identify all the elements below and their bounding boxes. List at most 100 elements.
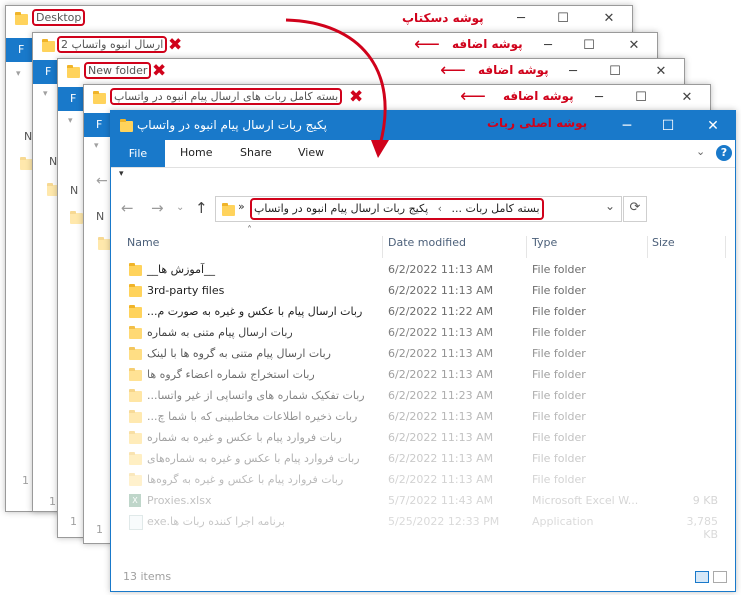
file-date: 5/25/2022 12:33 PM (388, 515, 500, 528)
quick-access-caret[interactable]: ▾ (43, 89, 48, 99)
table-row[interactable]: ربات فروارد پیام با عکس و غیره به شماره 6… (125, 428, 725, 449)
minimize-button[interactable]: ─ (610, 115, 644, 137)
status-text: 1 (49, 495, 56, 508)
file-date: 6/2/2022 11:13 AM (388, 452, 494, 465)
file-name: ربات فروارد پیام با عکس و غیره به شماره‌… (147, 452, 360, 465)
table-row[interactable]: ربات ارسال پیام با عکس و غیره به صورت م.… (125, 302, 725, 323)
tab-view[interactable]: View (298, 146, 324, 159)
details-view-icon[interactable] (695, 571, 709, 583)
table-row[interactable]: ربات ذخیره اطلاعات مخاطبینی که با شما چ.… (125, 407, 725, 428)
folder-icon (120, 119, 133, 132)
file-type: File folder (532, 284, 586, 297)
table-row[interactable]: X Proxies.xlsx 5/7/2022 11:43 AM Microsoft … (125, 491, 725, 512)
red-x-icon: ✖ (168, 35, 183, 55)
file-type: File folder (532, 305, 586, 318)
file-type: Application (532, 515, 594, 528)
close-button[interactable]: ✕ (594, 9, 624, 29)
file-name: __آموزش ها__ (147, 263, 216, 276)
table-row[interactable]: ربات فروارد پیام با عکس و غیره به گروه‌ه… (125, 470, 725, 491)
folder-icon (222, 203, 235, 216)
minimize-button[interactable]: ─ (584, 88, 614, 108)
large-icons-view-icon[interactable] (713, 571, 727, 583)
maximize-button[interactable]: ☐ (574, 36, 604, 56)
maximize-button[interactable]: ☐ (548, 9, 578, 29)
table-row[interactable]: __آموزش ها__ 6/2/2022 11:13 AM File folder (125, 260, 725, 281)
address-bar[interactable]: » بسته کامل ربات ... › پکیج ربات ارسال پ… (215, 196, 622, 222)
folder-icon (42, 39, 55, 52)
app-icon (129, 515, 143, 530)
table-row[interactable]: ربات استخراج شماره اعضاء گروه ها 6/2/2022… (125, 365, 725, 386)
file-type: File folder (532, 410, 586, 423)
folder-icon (70, 211, 83, 224)
file-type: File folder (532, 389, 586, 402)
table-row[interactable]: ربات تفکیک شماره های واتساپی از غیر واتس… (125, 386, 725, 407)
close-button[interactable]: ✕ (646, 62, 676, 82)
table-row[interactable]: 3rd-party files 6/2/2022 11:13 AM File fol… (125, 281, 725, 302)
folder-icon (129, 473, 142, 486)
breadcrumb-separator: › (437, 202, 443, 215)
column-type[interactable]: Type (532, 236, 557, 249)
up-arrow-icon[interactable]: ↑ (195, 199, 208, 217)
file-date: 6/2/2022 11:13 AM (388, 347, 494, 360)
column-date[interactable]: Date modified (388, 236, 466, 249)
folder-icon (15, 12, 28, 25)
minimize-button[interactable]: ─ (558, 62, 588, 82)
table-row[interactable]: ربات ارسال پیام متنی به شماره 6/2/2022 11… (125, 323, 725, 344)
file-name: ربات فروارد پیام با عکس و غیره به شماره (147, 431, 342, 444)
maximize-button[interactable]: ☐ (600, 62, 630, 82)
close-button[interactable]: ✕ (696, 115, 730, 137)
file-type: File folder (532, 263, 586, 276)
table-row[interactable]: برنامه اجرا کننده ربات ها.exe 5/25/2022 1… (125, 512, 725, 541)
window-titlebar: ارسال انبوه واتساپ 2 ─ ☐ ✕ (33, 33, 657, 59)
main-titlebar: پکیج ربات ارسال پیام انبوه در واتساپ ─ ☐… (111, 111, 735, 140)
file-name: برنامه اجرا کننده ربات ها.exe (147, 515, 285, 528)
maximize-button[interactable]: ☐ (626, 88, 656, 108)
close-button[interactable]: ✕ (672, 88, 702, 108)
quick-access-caret[interactable]: ▾ (94, 141, 99, 151)
address-overflow[interactable]: » (238, 200, 245, 213)
tab-file[interactable]: File (111, 140, 165, 167)
ribbon-tabs: File Home Share View ⌄ ? (111, 140, 735, 168)
file-date: 6/2/2022 11:23 AM (388, 389, 494, 402)
column-divider[interactable] (725, 236, 726, 258)
address-dropdown-icon[interactable]: ⌄ (605, 199, 615, 213)
back-arrow-icon[interactable]: ← (96, 173, 108, 189)
quick-access-caret[interactable]: ▾ (68, 116, 73, 126)
close-button[interactable]: ✕ (619, 36, 649, 56)
file-type: File folder (532, 368, 586, 381)
breadcrumb-current[interactable]: پکیج ربات ارسال پیام انبوه در واتساپ (254, 202, 428, 215)
nav-pane-letter: N (96, 210, 105, 223)
expand-ribbon-icon[interactable]: ⌄ (696, 145, 705, 158)
tab-share[interactable]: Share (240, 146, 272, 159)
column-divider[interactable] (526, 236, 527, 258)
file-name: ربات ذخیره اطلاعات مخاطبینی که با شما چ.… (147, 410, 358, 423)
table-row[interactable]: ربات ارسال پیام متنی به گروه ها با لینک 6… (125, 344, 725, 365)
back-arrow-icon[interactable]: ← (121, 199, 134, 217)
breadcrumb-parent[interactable]: بسته کامل ربات ... (452, 202, 540, 215)
sort-indicator-icon: ˄ (247, 225, 252, 236)
navigation-bar: ← → ⌄ ↑ » بسته کامل ربات ... › پکیج ربات… (111, 191, 735, 225)
nav-pane-letter: N (70, 184, 79, 197)
maximize-button[interactable]: ☐ (651, 115, 685, 137)
quick-access-caret[interactable]: ▾ (16, 69, 21, 79)
tab-home[interactable]: Home (180, 146, 212, 159)
window-title: پکیج ربات ارسال پیام انبوه در واتساپ (137, 118, 327, 132)
column-divider[interactable] (647, 236, 648, 258)
table-row[interactable]: ربات فروارد پیام با عکس و غیره به شماره‌… (125, 449, 725, 470)
column-divider[interactable] (382, 236, 383, 258)
column-size[interactable]: Size (652, 236, 675, 249)
quick-access-caret[interactable]: ▾ (119, 169, 124, 179)
forward-arrow-icon[interactable]: → (151, 199, 164, 217)
status-text: 1 (96, 523, 103, 536)
recent-locations-icon[interactable]: ⌄ (176, 202, 184, 213)
file-type: File folder (532, 326, 586, 339)
file-type: File folder (532, 473, 586, 486)
file-name: Proxies.xlsx (147, 494, 212, 507)
status-bar-count: 13 items (123, 570, 172, 583)
minimize-button[interactable]: ─ (533, 36, 563, 56)
refresh-button[interactable]: ⟳ (623, 196, 647, 222)
file-name: ربات ارسال پیام متنی به شماره (147, 326, 293, 339)
help-icon[interactable]: ? (716, 145, 732, 161)
minimize-button[interactable]: ─ (506, 9, 536, 29)
column-name[interactable]: Name (127, 236, 159, 249)
